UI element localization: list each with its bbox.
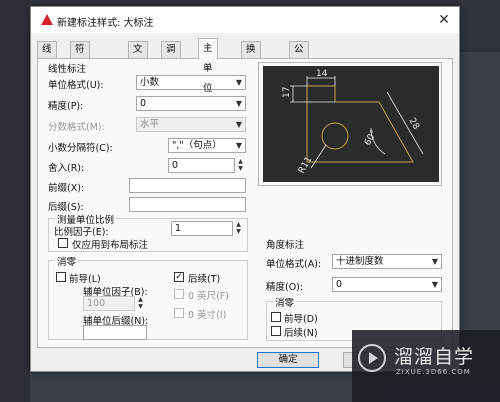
precision-label: 精度(P):	[48, 101, 84, 112]
tab-symbols-arrows[interactable]: 符号和箭头	[70, 41, 90, 119]
unit-format-select[interactable]: 小数 ▼	[136, 75, 246, 90]
angular-trailing-checkbox[interactable]	[271, 326, 281, 336]
dimension-preview-drawing: 14 17 28 60° R11	[282, 69, 424, 176]
chevron-down-icon: ▼	[431, 280, 438, 289]
linear-group-title: 线性标注	[48, 64, 87, 75]
precision-select[interactable]: 0 ▼	[136, 96, 246, 111]
angular-group-title: 角度标注	[266, 240, 305, 251]
fraction-format-value: 水平	[140, 119, 160, 130]
dim-leader-r11	[310, 144, 327, 169]
zero-feet-label: 0 英尺(F)	[188, 291, 229, 302]
round-off-label: 舍入(R):	[48, 163, 85, 174]
play-logo-icon	[358, 344, 386, 372]
dim-text-14: 14	[316, 69, 328, 79]
trailing-zero-label: 后续(T)	[188, 274, 221, 285]
decimal-separator-select[interactable]: ","（句点） ▼	[168, 138, 246, 153]
angular-unit-format-value: 十进制度数	[336, 256, 384, 267]
spin-up-icon[interactable]: ▲	[235, 158, 246, 165]
fraction-format-select: 水平 ▼	[136, 117, 246, 132]
close-icon[interactable]: ✕	[435, 11, 453, 29]
precision-value: 0	[140, 98, 147, 109]
spin-down-icon[interactable]: ▼	[235, 165, 246, 172]
sub-unit-factor-input: 100	[83, 296, 135, 311]
angular-trailing-label: 后续(N)	[284, 328, 318, 339]
spin-up-icon: ▲	[138, 296, 143, 303]
dimension-style-dialog: 新建标注样式: 大标注 ✕ 线 符号和箭头 文字 调整 主单位 换算单位 公差 …	[30, 6, 460, 372]
spin-down-icon: ▼	[138, 303, 143, 310]
trailing-zero-checkbox[interactable]: ✓	[174, 272, 184, 282]
angular-precision-value: 0	[336, 279, 343, 290]
fraction-format-label: 分数格式(M):	[48, 122, 105, 133]
zero-inches-label: 0 英寸(I)	[188, 310, 227, 321]
round-off-spinner[interactable]: ▲ ▼	[235, 158, 246, 173]
angular-precision-label: 精度(O):	[266, 282, 304, 293]
zero-suppression-title: 消零	[55, 254, 79, 268]
decimal-separator-label: 小数分隔符(C):	[48, 143, 113, 154]
prefix-label: 前缀(X):	[48, 183, 85, 194]
primary-units-page: 线性标注 单位格式(U): 小数 ▼ 精度(P): 0 ▼ 分数格式(M): 水平 ▼…	[37, 58, 453, 348]
zero-inches-checkbox	[174, 308, 184, 318]
chevron-down-icon: ▼	[235, 78, 242, 87]
dialog-title: 新建标注样式: 大标注	[57, 18, 154, 29]
tab-text[interactable]: 文字	[128, 41, 148, 71]
chevron-down-icon: ▼	[235, 120, 242, 129]
preview-panel: 14 17 28 60° R11	[258, 62, 442, 186]
tab-lines[interactable]: 线	[37, 41, 57, 58]
angular-precision-select[interactable]: 0 ▼	[332, 277, 442, 292]
zero-feet-checkbox	[174, 289, 184, 299]
watermark-overlay: 溜溜自学 ZIXUE.3D66.COM	[352, 330, 500, 402]
dim-text-60: 60°	[363, 129, 380, 148]
sub-unit-suffix-input[interactable]	[83, 325, 147, 340]
chevron-down-icon: ▼	[431, 257, 438, 266]
unit-format-value: 小数	[140, 77, 160, 88]
watermark-title: 溜溜自学	[394, 346, 475, 368]
dim-text-r11: R11	[297, 155, 315, 175]
sub-unit-factor-spinner: ▲ ▼	[135, 296, 146, 311]
suffix-label: 后缀(S):	[48, 202, 84, 213]
tab-fit[interactable]: 调整	[161, 41, 181, 71]
watermark-url: ZIXUE.3D66.COM	[396, 368, 471, 376]
layout-only-checkbox[interactable]	[58, 238, 68, 248]
autocad-app-icon	[41, 14, 53, 25]
chevron-down-icon: ▼	[235, 141, 242, 150]
round-off-input[interactable]: 0	[168, 158, 235, 173]
cad-side-panel	[0, 0, 30, 402]
angular-leading-label: 前导(D)	[284, 314, 318, 325]
leading-zero-checkbox[interactable]	[56, 272, 66, 282]
spin-up-icon[interactable]: ▲	[233, 221, 244, 228]
preview-canvas: 14 17 28 60° R11	[263, 66, 439, 182]
decimal-separator-value: ","（句点）	[172, 140, 222, 151]
suffix-input[interactable]	[129, 197, 246, 212]
prefix-input[interactable]	[129, 178, 246, 193]
dialog-titlebar[interactable]: 新建标注样式: 大标注 ✕	[31, 7, 459, 33]
ok-button[interactable]: 确定	[257, 352, 319, 368]
scale-factor-input[interactable]: 1	[171, 221, 233, 236]
unit-format-label: 单位格式(U):	[48, 80, 104, 91]
dim-text-17: 17	[282, 87, 292, 98]
scale-factor-label: 比例因子(E):	[54, 227, 109, 238]
angular-unit-format-label: 单位格式(A):	[266, 259, 322, 270]
preview-part-outline	[306, 85, 414, 163]
tab-alternate-units[interactable]: 换算单位	[241, 41, 261, 103]
tab-tolerances[interactable]: 公差	[289, 41, 309, 71]
chevron-down-icon: ▼	[235, 99, 242, 108]
layout-only-label: 仅应用到布局标注	[72, 240, 149, 251]
angular-leading-checkbox[interactable]	[271, 312, 281, 322]
tab-primary-units[interactable]: 主单位	[198, 38, 218, 94]
leading-zero-label: 前导(L)	[69, 274, 101, 285]
angular-unit-format-select[interactable]: 十进制度数 ▼	[332, 254, 442, 269]
angular-zero-suppression-title: 消零	[273, 295, 297, 309]
spin-down-icon[interactable]: ▼	[233, 228, 244, 235]
scale-factor-spinner[interactable]: ▲ ▼	[233, 221, 244, 236]
